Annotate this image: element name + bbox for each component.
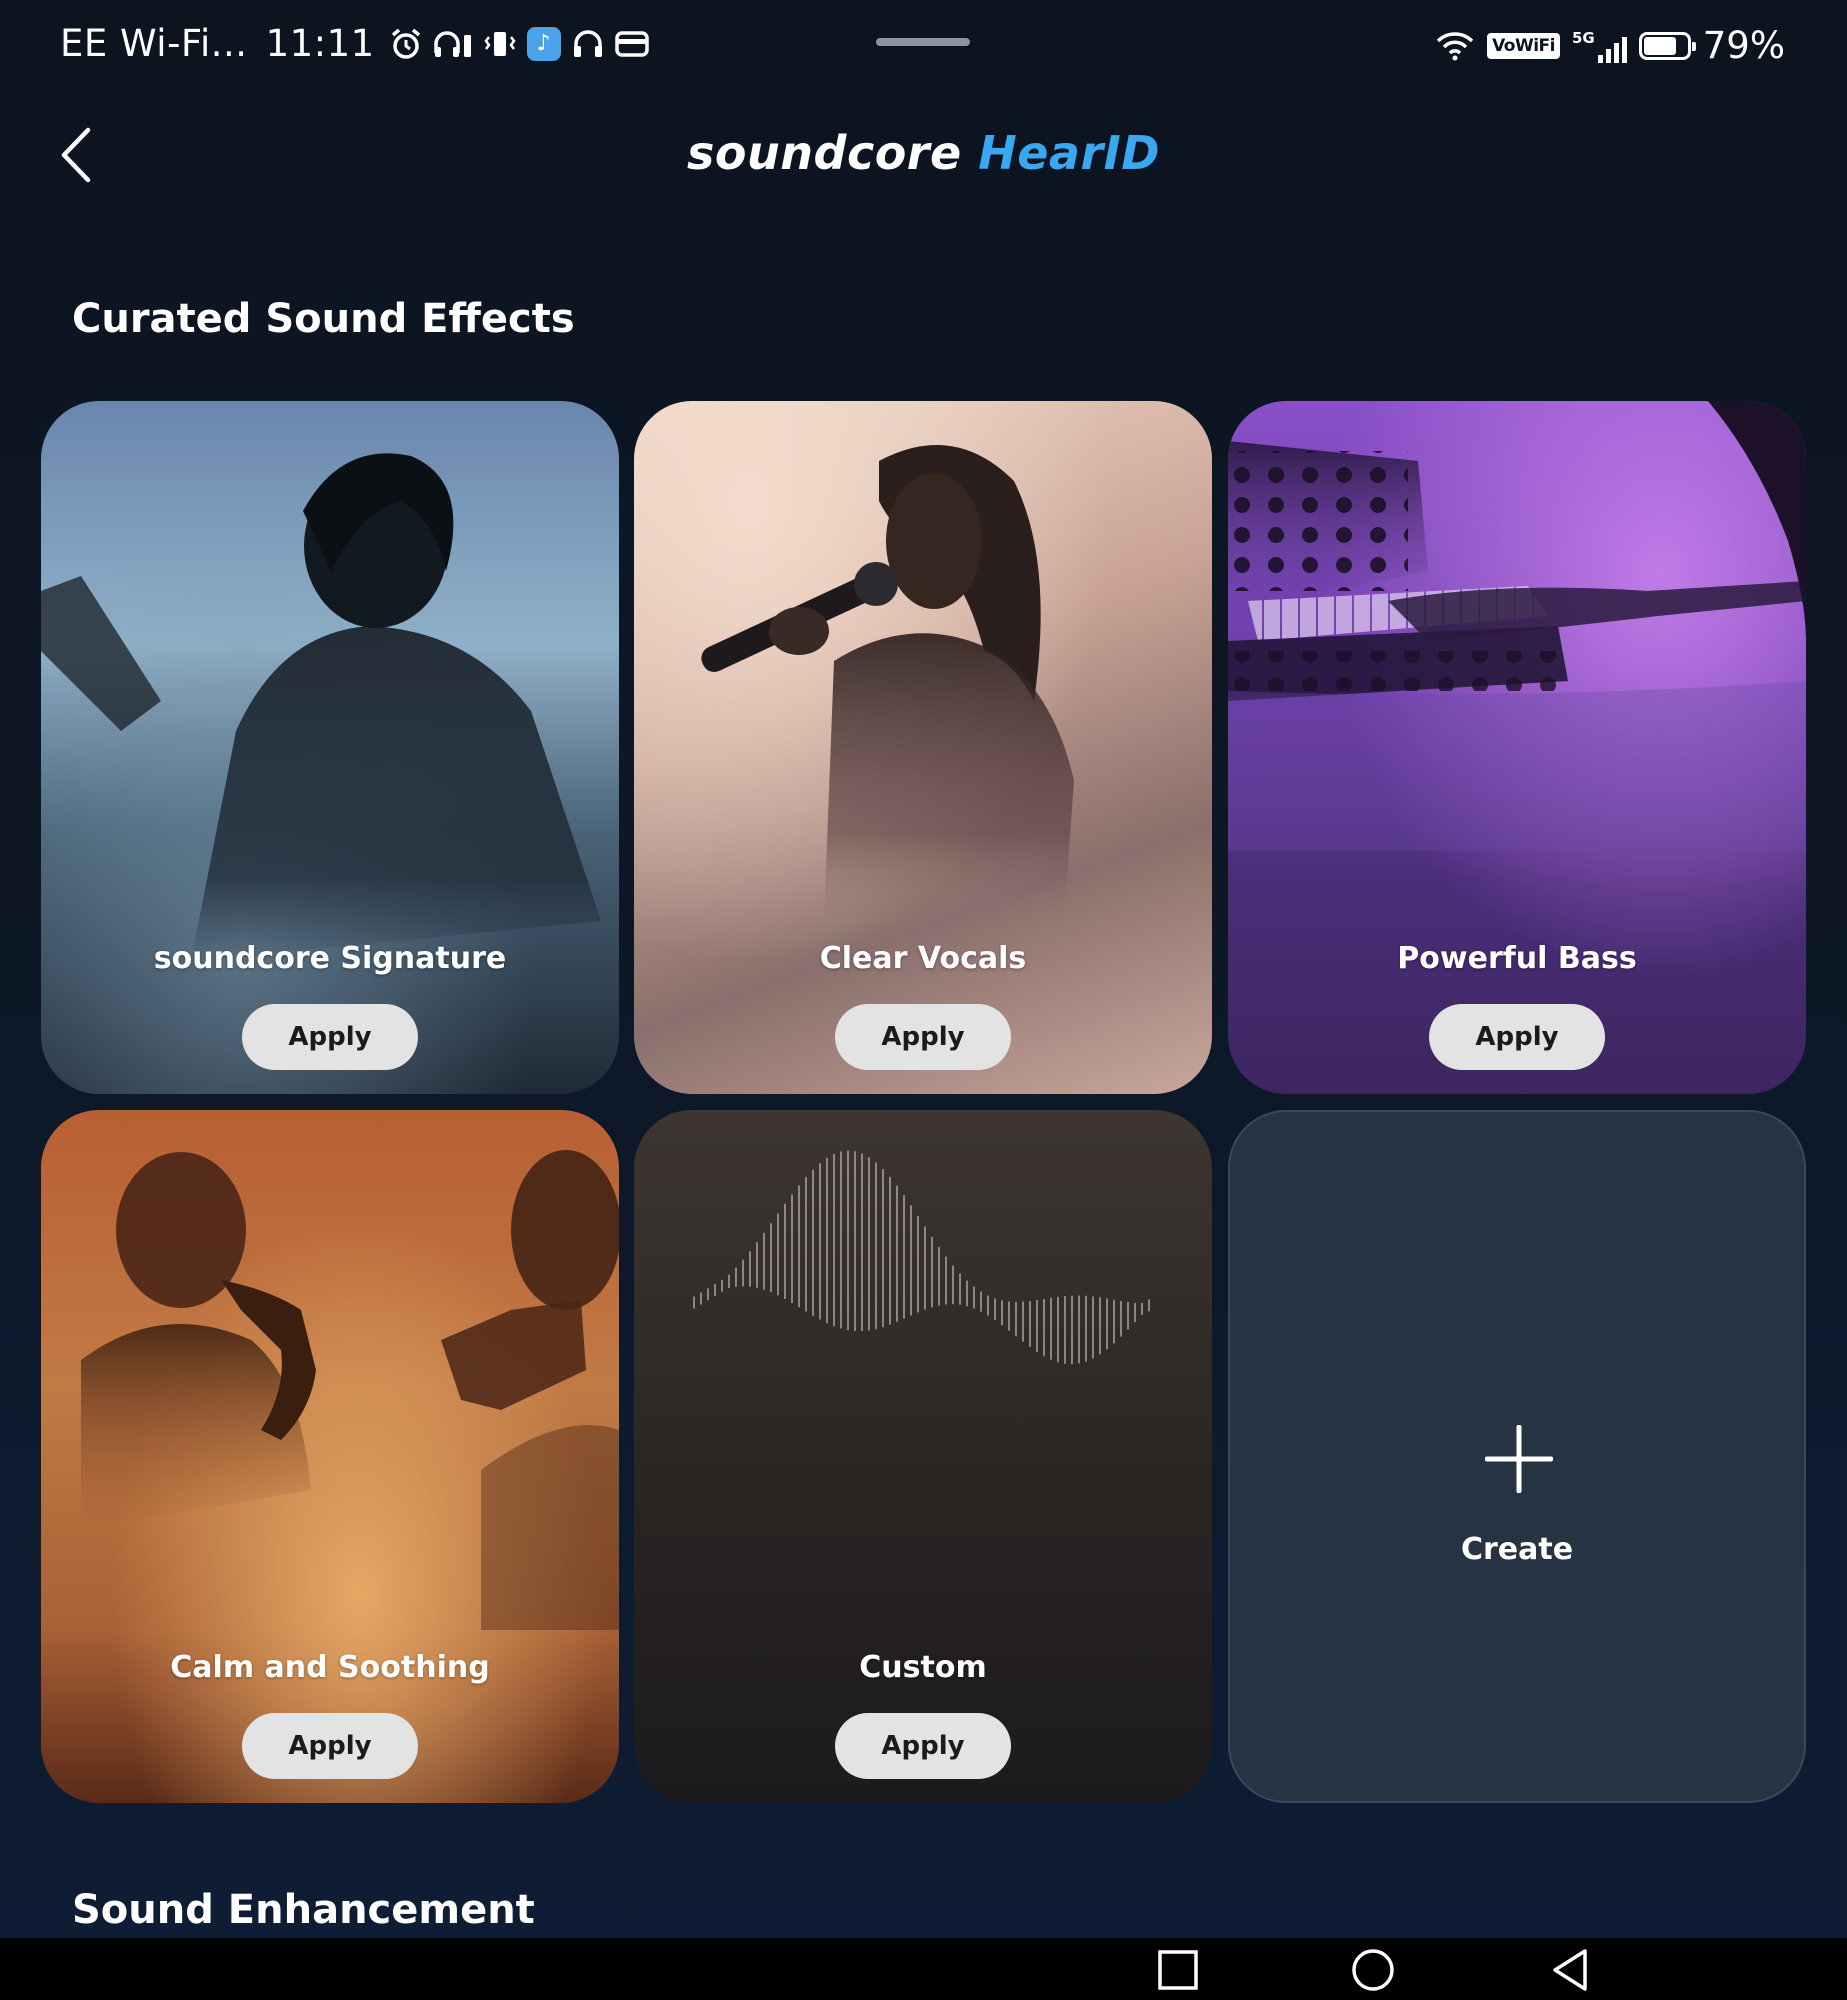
effect-card-powerful-bass[interactable]: Powerful Bass Apply — [1228, 401, 1806, 1094]
wifi-icon — [1436, 31, 1474, 60]
battery-percent: 79% — [1702, 24, 1785, 67]
battery-fill — [1643, 36, 1677, 55]
effect-card-custom[interactable]: Custom Apply — [634, 1110, 1212, 1803]
guitarist-silhouette-art — [41, 453, 601, 961]
vowifi-icon: VoWiFi — [1487, 32, 1560, 59]
curated-section-title: Curated Sound Effects — [72, 296, 575, 342]
brand-main: soundcore — [687, 126, 962, 180]
apply-button[interactable]: Apply — [1429, 1004, 1605, 1070]
create-card[interactable]: Create — [1228, 1110, 1806, 1803]
network-label: 5G — [1572, 28, 1595, 47]
plus-icon — [1485, 1425, 1553, 1493]
saxophone-trumpet-players-art — [81, 1150, 619, 1630]
brand-accent: HearID — [978, 126, 1160, 180]
effect-card-signature[interactable]: soundcore Signature Apply — [41, 401, 619, 1094]
sound-waveform-art — [693, 1150, 1150, 1365]
status-left: EE Wi-Fi... 11:11 ♪ — [60, 22, 649, 65]
5g-signal-icon: 5G — [1572, 29, 1627, 63]
status-bar: EE Wi-Fi... 11:11 ♪ VoWiFi 5G 79% — [0, 0, 1847, 100]
synthesizer-player-art — [1228, 401, 1806, 851]
apply-button[interactable]: Apply — [242, 1713, 418, 1779]
carrier-label: EE Wi-Fi... — [60, 22, 248, 65]
notification-icons: ♪ — [389, 26, 649, 61]
card-label: soundcore Signature — [153, 941, 507, 976]
brand-title: soundcore HearID — [0, 126, 1847, 180]
headphones-battery-icon — [433, 30, 471, 57]
singer-with-microphone-art — [701, 445, 1074, 921]
enhancement-section-title: Sound Enhancement — [72, 1887, 535, 1933]
alarm-icon — [391, 28, 420, 59]
vibrate-icon — [484, 31, 516, 56]
status-right: VoWiFi 5G 79% — [1435, 24, 1785, 67]
system-nav-bar — [0, 1938, 1847, 2000]
card-label: Calm and Soothing — [170, 1650, 490, 1685]
back-icon[interactable] — [1547, 1946, 1595, 1994]
effect-card-clear-vocals[interactable]: Clear Vocals Apply — [634, 401, 1212, 1094]
status-time: 11:11 — [265, 22, 375, 65]
create-label: Create — [1460, 1532, 1574, 1567]
card-label: Powerful Bass — [1397, 941, 1637, 976]
wallet-icon — [614, 30, 649, 57]
battery-icon — [1638, 31, 1696, 60]
apply-button[interactable]: Apply — [835, 1004, 1011, 1070]
home-icon[interactable] — [1349, 1946, 1397, 1994]
apply-button[interactable]: Apply — [242, 1004, 418, 1070]
drag-handle[interactable] — [876, 38, 970, 46]
apply-button[interactable]: Apply — [835, 1713, 1011, 1779]
music-app-icon: ♪ — [526, 26, 561, 61]
headphones-icon — [573, 29, 602, 57]
recent-apps-icon[interactable] — [1154, 1946, 1202, 1994]
effect-card-calm-soothing[interactable]: Calm and Soothing Apply — [41, 1110, 619, 1803]
card-label: Clear Vocals — [819, 941, 1027, 976]
card-label: Custom — [859, 1650, 987, 1685]
